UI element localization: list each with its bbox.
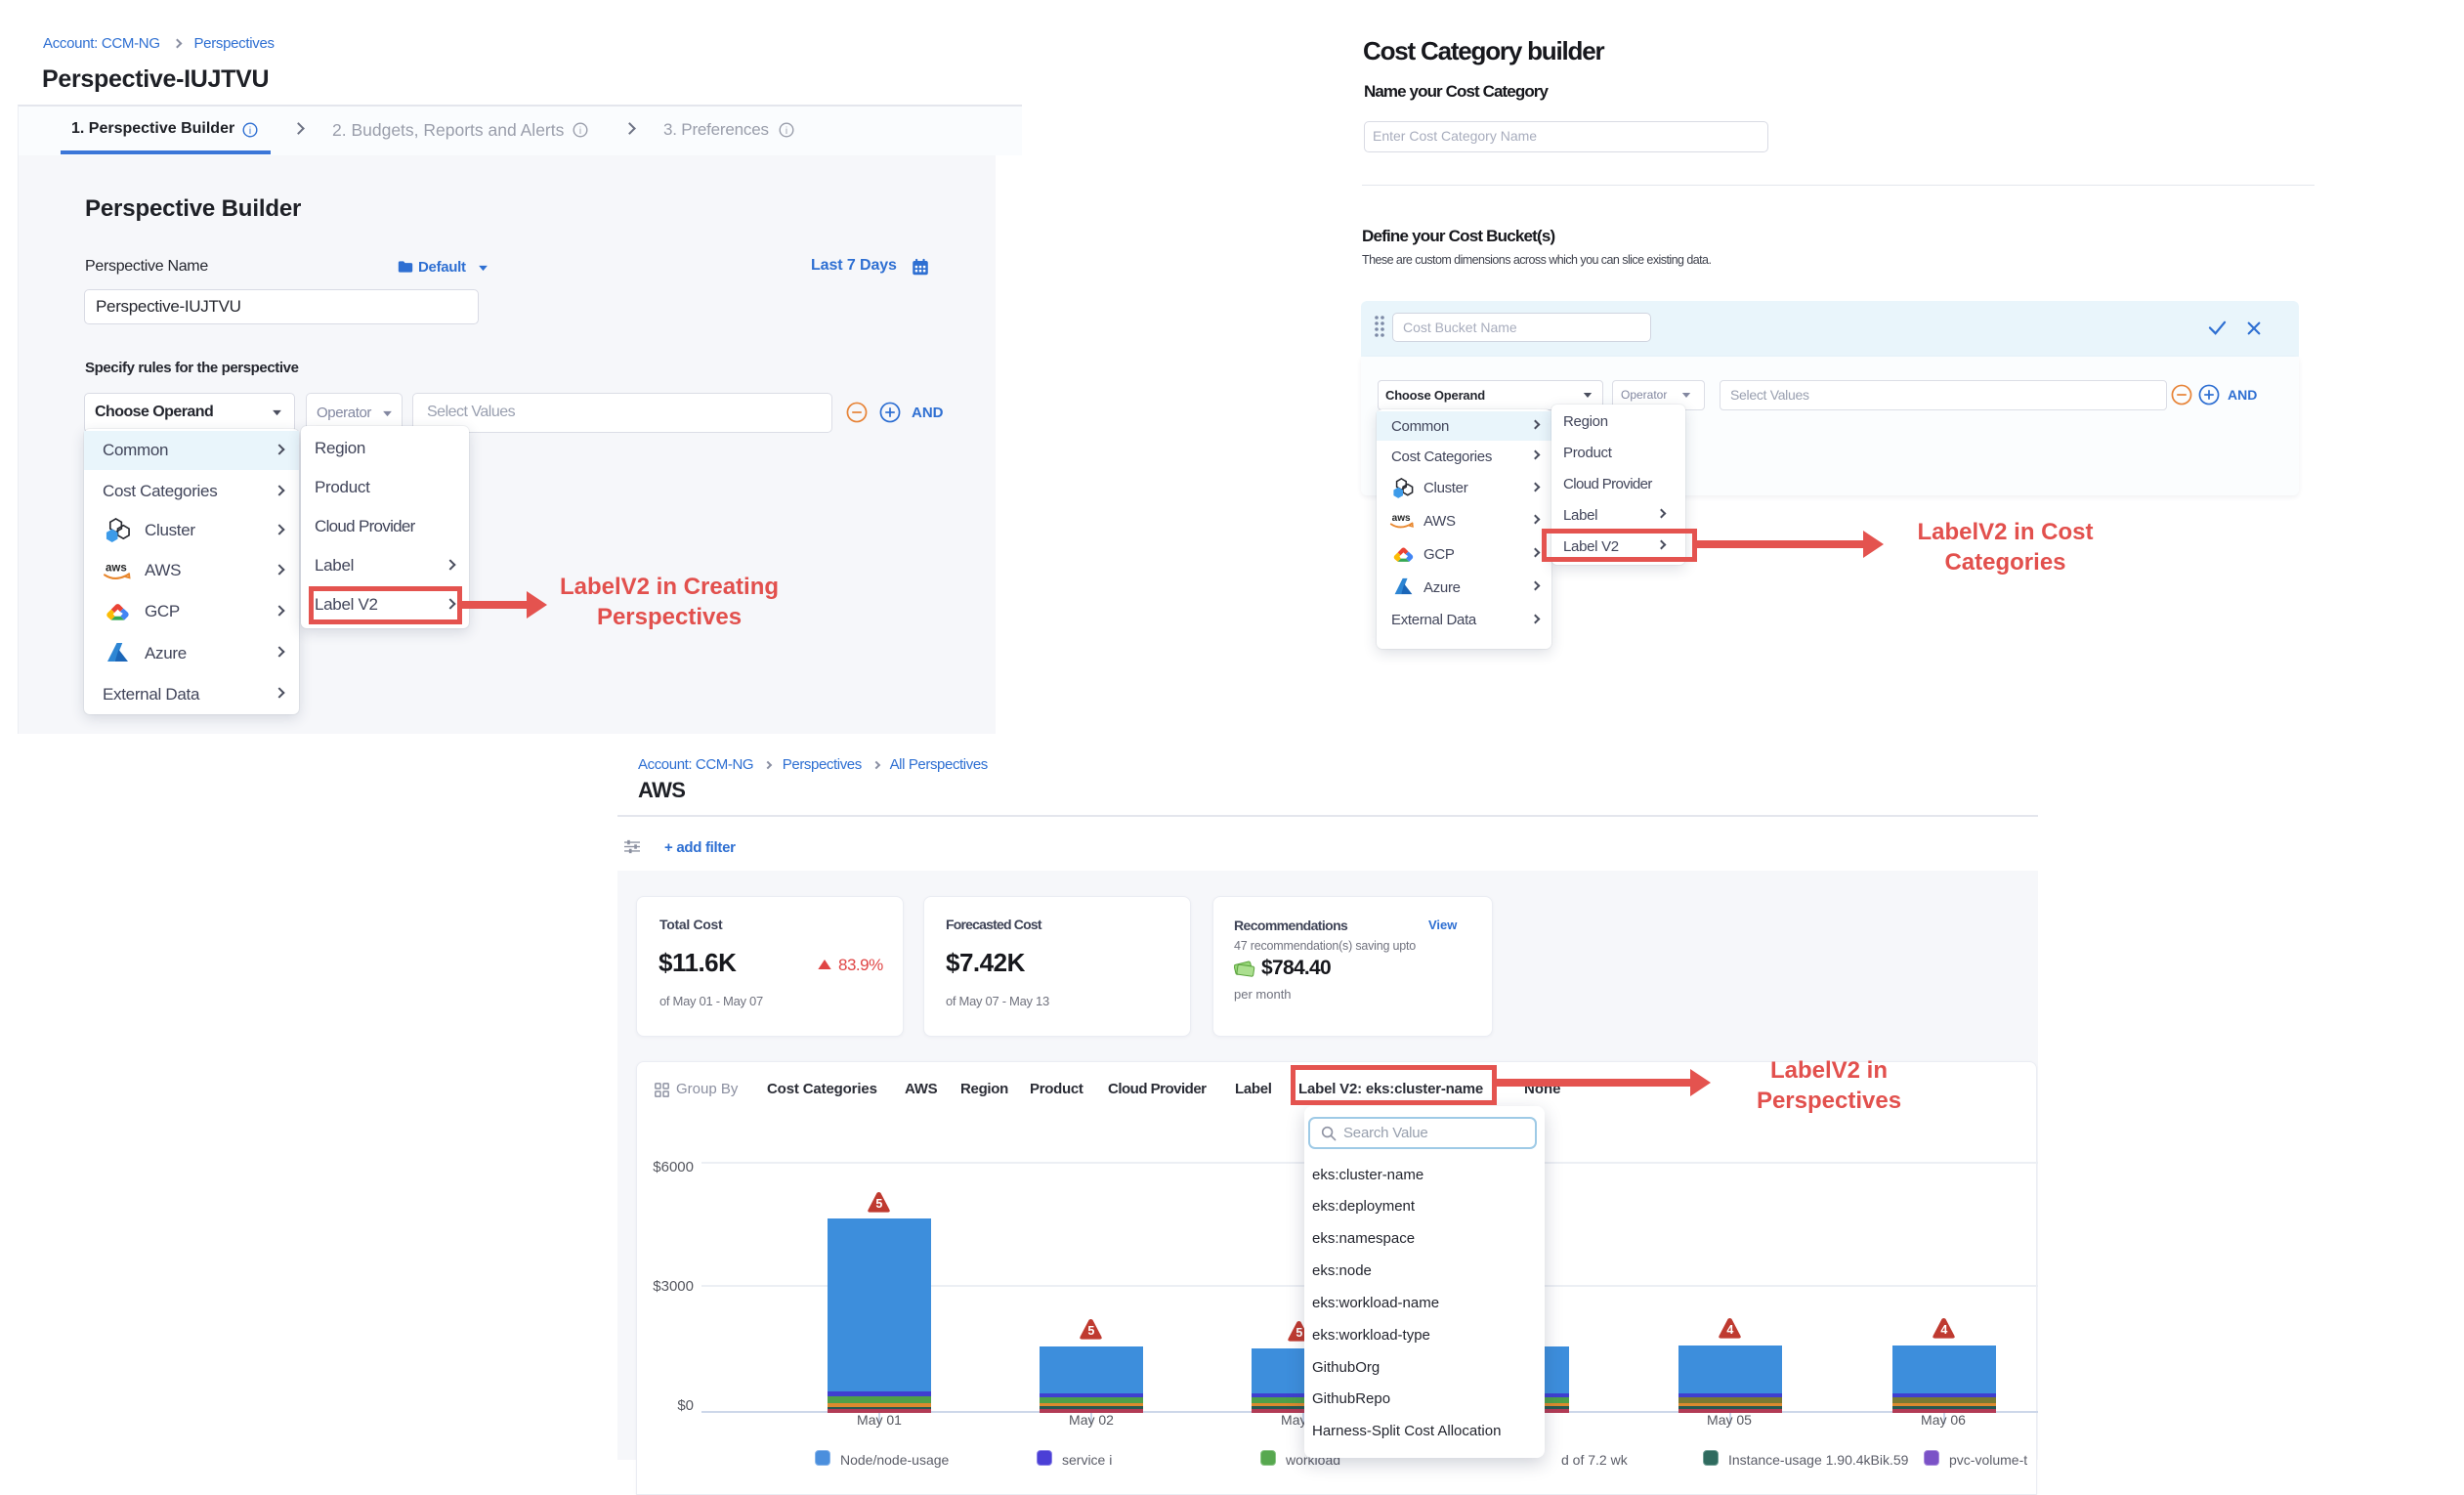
svg-text:4: 4 (1940, 1323, 1947, 1337)
svg-text:i: i (786, 126, 787, 137)
svg-text:i: i (579, 126, 581, 137)
svg-text:5: 5 (1296, 1326, 1302, 1340)
svg-text:i: i (249, 126, 251, 137)
svg-text:5: 5 (1087, 1324, 1094, 1338)
svg-text:aws: aws (1392, 513, 1411, 524)
svg-text:aws: aws (106, 563, 127, 575)
svg-text:5: 5 (875, 1197, 882, 1211)
svg-text:4: 4 (1726, 1323, 1733, 1337)
